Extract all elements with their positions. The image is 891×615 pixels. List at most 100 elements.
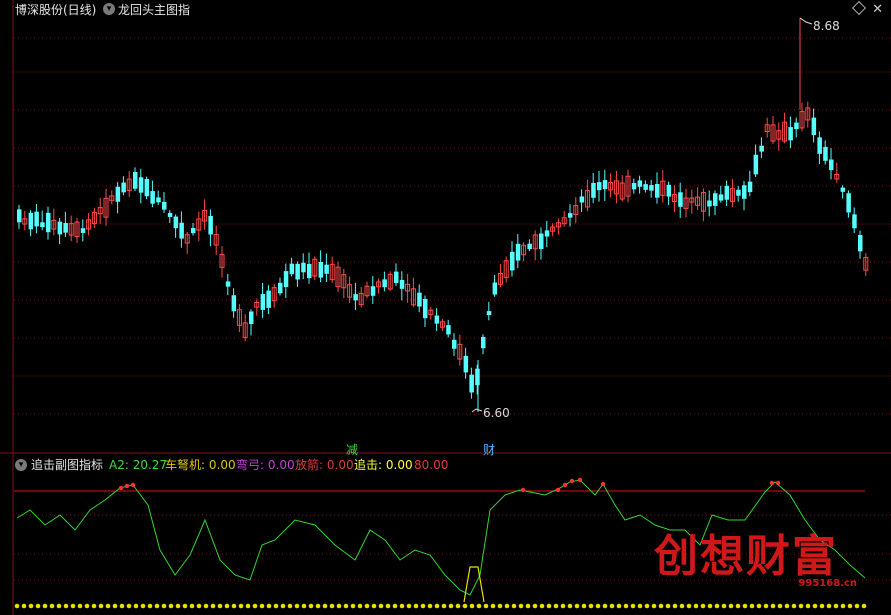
baseline-dot (35, 603, 41, 609)
baseline-dot (91, 603, 97, 609)
candle-body (544, 230, 550, 237)
candle-body (266, 290, 271, 308)
baseline-dot (28, 603, 34, 609)
candle-body (370, 286, 376, 296)
candle-body (301, 262, 306, 273)
baseline-dot (147, 603, 153, 609)
baseline-dot (231, 603, 237, 609)
baseline-dot (21, 603, 27, 609)
candle-body (463, 355, 469, 373)
candle-body (150, 191, 155, 204)
baseline-dot (497, 603, 503, 609)
baseline-dot (273, 603, 279, 609)
baseline-dot (511, 603, 517, 609)
baseline-dot (714, 603, 720, 609)
baseline-dot (399, 603, 405, 609)
field-level-80: 80.00 (414, 458, 449, 472)
baseline-dot (532, 603, 538, 609)
signal-dot (118, 485, 124, 491)
baseline-dot (84, 603, 90, 609)
baseline-dot (378, 603, 384, 609)
baseline-dot (644, 603, 650, 609)
baseline-dot (581, 603, 587, 609)
baseline-dot (238, 603, 244, 609)
baseline-dot (14, 603, 20, 609)
chevron-down-icon[interactable]: ▾ (15, 459, 27, 471)
baseline-dot (42, 603, 48, 609)
candle-body (678, 192, 683, 207)
candle-body (417, 292, 422, 307)
baseline-dot (371, 603, 377, 609)
baseline-dot (245, 603, 251, 609)
baseline-dot (182, 603, 188, 609)
baseline-dot (175, 603, 181, 609)
candle-body (40, 222, 45, 228)
baseline-dot (336, 603, 342, 609)
candle-body (57, 221, 63, 235)
baseline-dot (322, 603, 328, 609)
candle-body (597, 182, 602, 191)
baseline-dot (595, 603, 601, 609)
baseline-dot (518, 603, 524, 609)
baseline-dot (126, 603, 132, 609)
baseline-dot (623, 603, 629, 609)
baseline-dot (833, 603, 839, 609)
baseline-dot (210, 603, 216, 609)
candle-body (452, 339, 457, 349)
candle-body (788, 127, 793, 141)
baseline-dot (294, 603, 300, 609)
baseline-dot (280, 603, 286, 609)
baseline-dot (266, 603, 272, 609)
baseline-dot (385, 603, 391, 609)
baseline-dot (77, 603, 83, 609)
signal-dot (555, 487, 561, 493)
signal-dot (130, 482, 136, 488)
baseline-dot (343, 603, 349, 609)
candle-body (231, 295, 237, 312)
baseline-dot (406, 603, 412, 609)
baseline-dot (98, 603, 104, 609)
baseline-dot (105, 603, 111, 609)
baseline-dot (448, 603, 454, 609)
candle-body (643, 184, 648, 190)
candle-body (28, 212, 34, 230)
field-a2: A2: 20.27 (109, 458, 168, 472)
baseline-dot (651, 603, 657, 609)
baseline-dot (315, 603, 321, 609)
baseline-dot (826, 603, 832, 609)
baseline-dot (49, 603, 55, 609)
candle-body (162, 201, 167, 210)
candle-body (17, 209, 22, 223)
candle-body (718, 194, 724, 201)
candle-body (394, 271, 399, 283)
baseline-dot (490, 603, 496, 609)
candle-body (568, 213, 573, 218)
baseline-dot (329, 603, 335, 609)
baseline-dot (63, 603, 69, 609)
baseline-dot (637, 603, 643, 609)
baseline-dot (427, 603, 433, 609)
candle-body (515, 243, 521, 261)
candle-body (121, 182, 126, 193)
candle-body (742, 185, 747, 199)
baseline-dot (350, 603, 356, 609)
candle-body (399, 279, 405, 289)
candle-body (811, 117, 817, 136)
candle-body (115, 186, 121, 202)
sub-indicator-header: ▾ 追击副图指标 A2: 20.27 车弩机: 0.00 弯弓: 0.00 放箭… (0, 456, 891, 474)
signal-dot (775, 480, 781, 486)
baseline-dot (574, 603, 580, 609)
sub-indicator-title[interactable]: 追击副图指标 (31, 456, 103, 474)
baseline-dot (154, 603, 160, 609)
candle-body (823, 146, 828, 161)
candle-body (858, 235, 863, 252)
baseline-dot (861, 603, 867, 609)
baseline-dot (567, 603, 573, 609)
candle-body (469, 374, 474, 393)
candle-body (80, 228, 86, 233)
baseline-dot (56, 603, 62, 609)
candle-body (846, 193, 851, 213)
baseline-dot (441, 603, 447, 609)
baseline-dot (392, 603, 398, 609)
baseline-dot (133, 603, 139, 609)
